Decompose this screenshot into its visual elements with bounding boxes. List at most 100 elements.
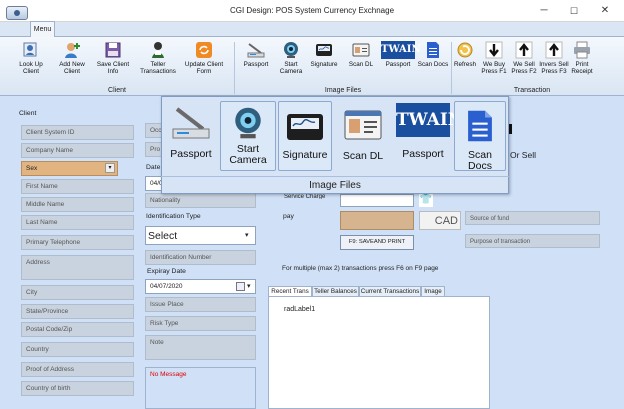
- postal-code-field[interactable]: Postal Code/Zip: [21, 322, 134, 337]
- country-field[interactable]: Country: [21, 342, 134, 357]
- gallery-start-camera-label: Start Camera: [229, 143, 267, 166]
- sex-dropdown[interactable]: Sex: [21, 161, 118, 176]
- ribbon-passport-button[interactable]: Passport: [240, 41, 272, 85]
- ribbon-twain-passport-button[interactable]: TWAIN Passport: [380, 41, 421, 85]
- signature-pad-icon: [316, 44, 332, 56]
- close-button[interactable]: ✕: [598, 4, 612, 18]
- document-icon: [468, 110, 492, 142]
- risk-type-field[interactable]: Risk Type: [145, 316, 256, 331]
- save-and-print-button[interactable]: F9: SAVEAND PRINT: [340, 235, 414, 250]
- country-of-birth-field[interactable]: Country of birth: [21, 381, 134, 396]
- first-name-field[interactable]: First Name: [21, 179, 134, 194]
- add-user-icon: [65, 43, 80, 58]
- chevron-down-icon[interactable]: ▾: [247, 282, 251, 290]
- ribbon-start-camera-button[interactable]: Start Camera: [277, 41, 305, 85]
- arrow-up-icon: [515, 41, 533, 59]
- gallery-passport-button[interactable]: Passport: [165, 101, 217, 171]
- minimize-button[interactable]: ─: [537, 4, 551, 18]
- save-client-info-label: Save Client Info: [96, 61, 130, 75]
- ribbon-group-transaction-label: Transaction: [513, 87, 551, 94]
- chevron-down-icon[interactable]: ▾: [105, 163, 115, 173]
- service-charge-input[interactable]: [340, 194, 414, 207]
- printer-icon: [574, 41, 590, 59]
- maximize-button[interactable]: ☐: [567, 4, 581, 18]
- multi-transaction-note: For multiple (max 2) transactions press …: [282, 265, 439, 272]
- we-sell-button[interactable]: We Sell Press F2: [510, 41, 538, 85]
- source-of-fund-field[interactable]: Source of fund: [465, 211, 600, 225]
- ribbon-signature-label: Signature: [310, 61, 338, 68]
- add-new-client-button[interactable]: Add New Client: [54, 41, 90, 85]
- webcam-icon: [284, 42, 298, 58]
- expiry-date-label: Expiray Date: [147, 268, 186, 275]
- refresh-icon: [457, 42, 473, 58]
- panel-label: radLabel1: [284, 306, 316, 313]
- gallery-group-label: Image Files: [161, 176, 509, 193]
- teller-icon: [152, 42, 164, 58]
- primary-telephone-field[interactable]: Primary Telephone: [21, 235, 134, 250]
- identification-type-select[interactable]: Select: [145, 226, 256, 245]
- look-up-client-label: Look Up Client: [19, 61, 43, 75]
- menu-tab[interactable]: Menu: [30, 21, 55, 37]
- or-sell-label: Or Sell: [510, 150, 536, 160]
- teller-transactions-button[interactable]: Teller Transactions: [137, 41, 179, 85]
- ribbon-scan-dl-label: Scan DL: [348, 61, 374, 68]
- ribbon-passport-label: Passport: [243, 61, 269, 68]
- pay-amount-input[interactable]: [340, 211, 414, 230]
- city-field[interactable]: City: [21, 285, 134, 300]
- print-receipt-label: Print Receipt: [571, 61, 593, 75]
- identification-type-label: Identification Type: [146, 213, 201, 220]
- identification-number-field[interactable]: Identification Number: [145, 250, 256, 265]
- calendar-icon[interactable]: [236, 282, 245, 291]
- save-client-info-button[interactable]: Save Client Info: [96, 41, 130, 85]
- update-client-form-label: Update Client Form: [184, 61, 224, 75]
- we-buy-button[interactable]: We Buy Press F1: [480, 41, 508, 85]
- nationality-field[interactable]: Nationality: [145, 193, 256, 208]
- gallery-twain-passport-button[interactable]: TWAIN Passport: [394, 101, 463, 171]
- client-system-id-field[interactable]: Client System ID: [21, 125, 134, 140]
- gallery-scan-dl-button[interactable]: Scan DL: [335, 101, 391, 171]
- look-up-client-button[interactable]: Look Up Client: [14, 41, 48, 85]
- address-field[interactable]: Address: [21, 255, 134, 280]
- company-name-field[interactable]: Company Name: [21, 143, 134, 158]
- webcam-icon: [235, 107, 261, 139]
- look-up-client-icon: [23, 42, 37, 57]
- purpose-of-transaction-field[interactable]: Purpose of transaction: [465, 234, 600, 248]
- last-name-field[interactable]: Last Name: [21, 215, 134, 230]
- scanner-icon: [247, 43, 265, 58]
- signature-pad-icon: [287, 114, 323, 140]
- state-province-field[interactable]: State/Province: [21, 304, 134, 319]
- gallery-signature-label: Signature: [282, 149, 328, 161]
- gallery-scan-docs-label: Scan Docs: [468, 149, 492, 172]
- id-card-icon: [344, 110, 382, 140]
- ribbon-twain-passport-label: Passport: [385, 61, 411, 68]
- id-card-icon: [352, 43, 370, 57]
- teller-transactions-label: Teller Transactions: [140, 61, 176, 75]
- ribbon-scan-docs-button[interactable]: Scan Docs: [417, 41, 449, 85]
- issue-place-field[interactable]: Issue Place: [145, 297, 256, 312]
- currency-field[interactable]: CAD: [419, 211, 461, 230]
- twain-logo-icon: TWAIN: [381, 41, 421, 59]
- ribbon-signature-button[interactable]: Signature: [308, 41, 340, 85]
- window-title: CGI Design: POS System Currency Exchnage: [229, 6, 395, 15]
- gallery-scan-dl-label: Scan DL: [342, 150, 384, 162]
- we-buy-label: We Buy Press F1: [481, 61, 507, 75]
- refresh-orange-icon: [196, 42, 212, 58]
- gallery-twain-passport-label: Passport: [402, 148, 444, 160]
- document-icon: [427, 42, 439, 58]
- proof-of-address-field[interactable]: Proof of Address: [21, 362, 134, 377]
- partial-glyph: [509, 124, 512, 134]
- ribbon-group-client-label: Client: [108, 87, 126, 94]
- gallery-passport-label: Passport: [170, 148, 212, 160]
- update-client-form-button[interactable]: Update Client Form: [183, 41, 225, 85]
- invers-sell-button[interactable]: Invers Sell Press F3: [539, 41, 569, 85]
- gallery-scan-docs-button[interactable]: Scan Docs: [454, 101, 506, 172]
- print-receipt-button[interactable]: Print Receipt: [569, 41, 595, 85]
- twain-logo-icon: TWAIN: [396, 103, 463, 137]
- refresh-button[interactable]: Refresh: [452, 41, 478, 85]
- gallery-signature-button[interactable]: Signature: [278, 101, 332, 171]
- middle-name-field[interactable]: Middle Name: [21, 197, 134, 212]
- ribbon-scan-dl-button[interactable]: Scan DL: [344, 41, 378, 85]
- gallery-start-camera-button[interactable]: Start Camera: [220, 101, 276, 171]
- shirt-icon[interactable]: 👕: [419, 193, 433, 207]
- note-field[interactable]: Note: [145, 335, 256, 360]
